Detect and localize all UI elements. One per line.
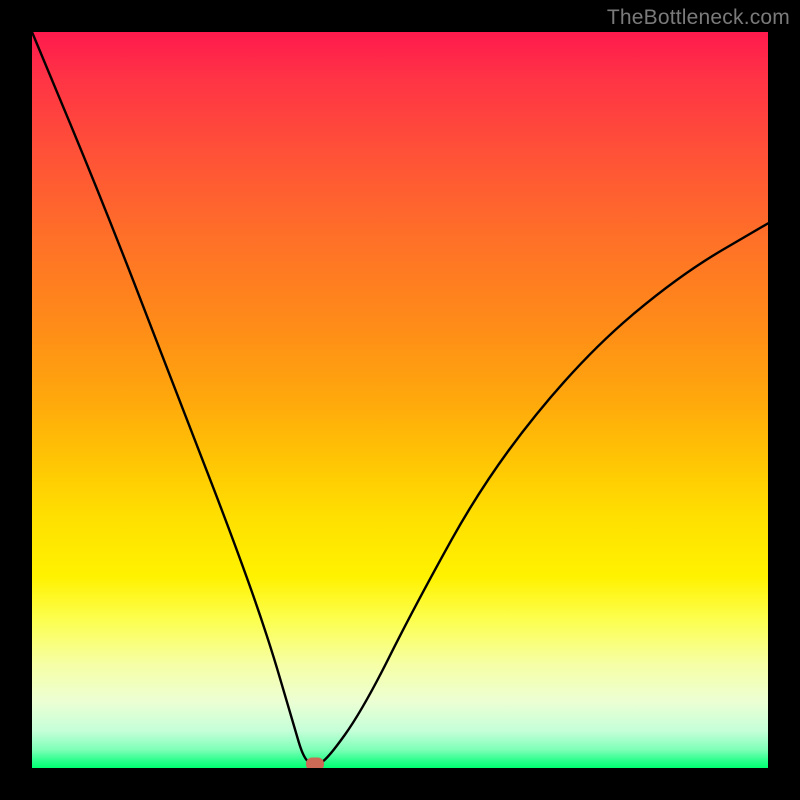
plot-area	[32, 32, 768, 768]
chart-frame: TheBottleneck.com	[0, 0, 800, 800]
watermark-text: TheBottleneck.com	[607, 6, 790, 30]
minimum-marker	[306, 758, 324, 768]
bottleneck-curve	[32, 32, 768, 768]
